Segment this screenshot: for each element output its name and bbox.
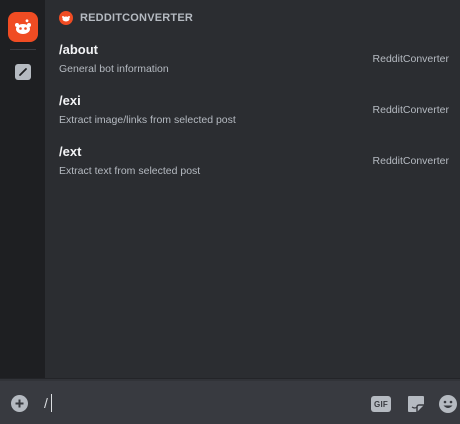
app-window: REDDITCONVERTER /about General bot infor… (0, 0, 460, 424)
command-item-about[interactable]: /about General bot information RedditCon… (45, 36, 460, 87)
gif-button[interactable]: GIF (371, 396, 391, 412)
command-item-exi[interactable]: /exi Extract image/links from selected p… (45, 87, 460, 138)
gif-label: GIF (374, 399, 388, 409)
message-composer: GIF (0, 378, 460, 424)
command-autocomplete-panel: REDDITCONVERTER /about General bot infor… (45, 0, 460, 378)
slash-command-icon[interactable] (14, 64, 31, 80)
command-category-rail (0, 0, 45, 378)
reddit-converter-app-icon[interactable] (7, 12, 38, 42)
command-list: /about General bot information RedditCon… (45, 36, 460, 189)
message-input[interactable] (44, 390, 344, 416)
command-item-ext[interactable]: /ext Extract text from selected post Red… (45, 138, 460, 189)
emoji-icon[interactable] (438, 394, 458, 414)
command-source: RedditConverter (372, 104, 449, 116)
sticker-icon[interactable] (406, 394, 426, 414)
text-caret (51, 394, 52, 412)
command-section-header: REDDITCONVERTER (45, 0, 460, 36)
command-source: RedditConverter (372, 155, 449, 167)
reddit-alien-icon (14, 19, 31, 34)
reddit-alien-icon (59, 11, 73, 25)
plus-circle-icon[interactable] (11, 395, 28, 412)
section-title: REDDITCONVERTER (80, 12, 194, 24)
slash-glyph-icon (18, 68, 27, 76)
rail-divider (9, 49, 36, 50)
command-source: RedditConverter (372, 53, 449, 65)
message-composer-inner: GIF (0, 381, 460, 424)
